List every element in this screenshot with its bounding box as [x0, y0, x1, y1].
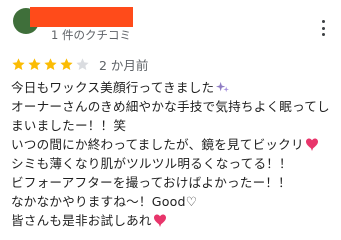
review-text: 今日もワックス美顔行ってきました オーナーさんのきめ細やかな手技で気持ちよく眠っ… — [11, 78, 336, 230]
more-vert-icon[interactable] — [318, 20, 328, 36]
reviewer-name-redaction — [30, 7, 133, 27]
reviewer-review-count[interactable]: 1 件のクチコミ — [51, 27, 131, 43]
star-icon — [12, 57, 25, 70]
review-line: なかなかやりますね〜！Good♡ — [11, 194, 198, 209]
review-header: 1 件のクチコミ — [0, 0, 341, 44]
star-icon — [28, 57, 41, 70]
review-line: 皆さんも是非お試しあれ — [11, 211, 336, 230]
review-time: 2 か月前 — [99, 57, 149, 73]
review-line: まいましたー！！笑 — [11, 118, 127, 133]
star-icon — [76, 57, 89, 70]
star-icon — [60, 57, 73, 70]
review-line: オーナーさんのきめ細やかな手技で気持ちよく眠ってし — [11, 99, 330, 114]
review-line: いつの間にか終わってましたが、鏡を見てビックリ — [11, 135, 336, 154]
star-rating — [11, 57, 90, 72]
more-dot — [321, 20, 325, 23]
rating-row: 2 か月前 — [11, 56, 149, 73]
star-icon — [44, 57, 57, 70]
review-line: ビフォーアフターを撮っておけばよかったー！！ — [11, 175, 291, 190]
purple-sparkles-emoji — [216, 81, 230, 93]
review-line: シミも薄くなり肌がツルツル明るくなってる！！ — [11, 156, 292, 171]
heart-with-ribbon-emoji — [153, 214, 166, 227]
review-line: 今日もワックス美顔行ってきました — [11, 78, 336, 97]
more-dot — [321, 26, 325, 30]
heart-with-ribbon-emoji — [305, 138, 318, 151]
more-dot — [321, 33, 325, 36]
